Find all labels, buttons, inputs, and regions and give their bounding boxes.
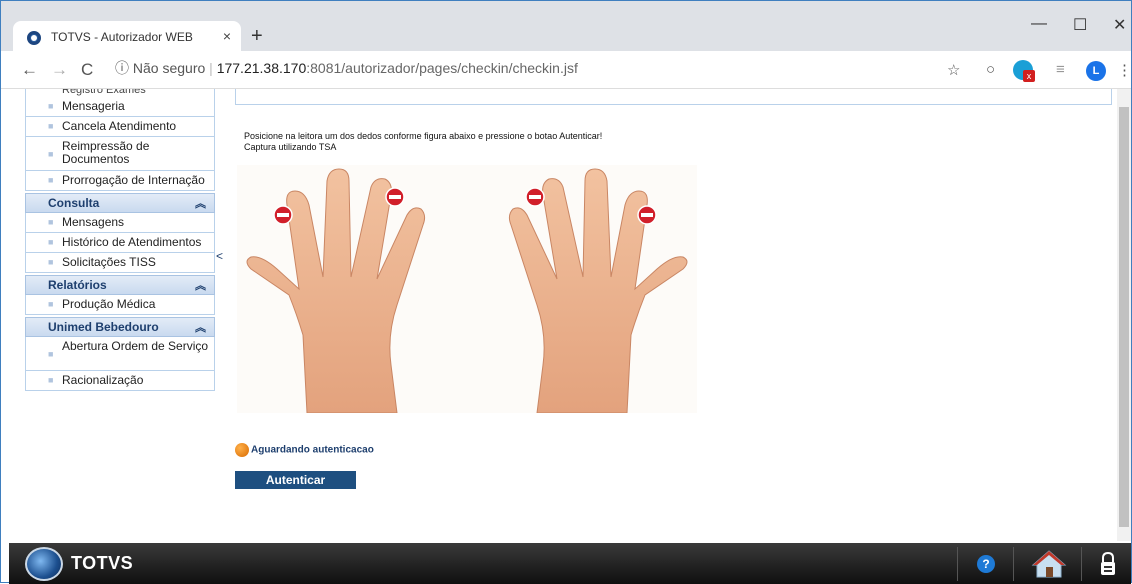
lock-icon[interactable] (1099, 551, 1117, 577)
security-indicator[interactable]: ⓘ Não seguro (115, 60, 205, 76)
reload-icon[interactable]: C (81, 60, 93, 80)
collapse-chevron-icon[interactable]: ︽ (195, 277, 206, 295)
sidebar-item-label: Solicitações TISS (62, 255, 156, 269)
sidebar-item-registro-exames[interactable]: Registro Exames (25, 89, 215, 97)
sidebar-item-mensageria[interactable]: ■ Mensageria (25, 97, 215, 117)
sidebar-item-cancela-atendimento[interactable]: ■ Cancela Atendimento (25, 117, 215, 137)
sidebar-collapse-button[interactable]: < (216, 249, 223, 263)
sidebar-item-historico[interactable]: ■ Histórico de Atendimentos (25, 233, 215, 253)
section-title: Relatórios (48, 278, 107, 292)
minimize-button[interactable]: — (1031, 15, 1047, 33)
bullet-icon: ■ (48, 375, 54, 385)
sidebar-item-label: Cancela Atendimento (62, 119, 177, 133)
bullet-icon: ■ (48, 237, 54, 247)
status-text: Aguardando autenticacao (251, 444, 374, 456)
forward-arrow-icon[interactable]: → (51, 60, 68, 80)
finger-marker-left-index (385, 187, 405, 207)
url-path: :8081/autorizador/pages/checkin/checkin.… (306, 60, 578, 76)
extension-alert-icon[interactable] (1013, 60, 1035, 82)
tab-bar: TOTVS - Autorizador WEB × + — ☐ ✕ (1, 1, 1131, 53)
footer-divider (1081, 547, 1082, 581)
sidebar-item-label: Mensageria (62, 99, 125, 113)
bullet-icon: ■ (48, 149, 54, 159)
tab-close-icon[interactable]: × (223, 28, 231, 44)
finger-marker-right-ring (637, 205, 657, 225)
autenticar-button[interactable]: Autenticar (235, 471, 356, 489)
bullet-icon: ■ (48, 217, 54, 227)
bullet-icon: ■ (48, 299, 54, 309)
home-icon[interactable] (1031, 549, 1067, 579)
footer-divider (957, 547, 958, 581)
sidebar-item-label: Racionalização (62, 373, 144, 387)
sidebar-item-label: Mensagens (62, 215, 125, 229)
totvs-logo-icon (25, 547, 63, 581)
finger-marker-right-index (525, 187, 545, 207)
collapse-chevron-icon[interactable]: ︽ (195, 195, 206, 213)
bookmark-star-icon[interactable]: ☆ (947, 61, 960, 79)
section-title: Consulta (48, 196, 100, 210)
bullet-icon: ■ (48, 121, 54, 131)
footer-brand: TOTVS (71, 553, 134, 573)
sidebar-item-label: Produção Médica (62, 297, 156, 311)
sidebar-item-label: Abertura Ordem de Serviço (62, 339, 209, 353)
new-tab-button[interactable]: + (251, 25, 263, 48)
finger-marker-left-ring (273, 205, 293, 225)
browser-toolbar: ← → C ⓘ Não seguro | 177.21.38.170:8081/… (1, 51, 1132, 89)
profile-avatar[interactable]: L (1086, 61, 1106, 81)
section-header-relatorios[interactable]: Relatórios ︽ (25, 275, 215, 295)
vertical-scrollbar[interactable] (1117, 89, 1131, 541)
totvs-footer-bar: TOTVS ? (9, 543, 1131, 584)
extension-circle-icon[interactable]: ○ (986, 61, 995, 78)
sidebar-item-reimpressao[interactable]: ■ Reimpressão de Documentos (25, 137, 215, 171)
sidebar-item-prorrogacao[interactable]: ■ Prorrogação de Internação (25, 171, 215, 191)
sidebar-item-mensagens[interactable]: ■ Mensagens (25, 213, 215, 233)
page-viewport: Registro Exames ■ Mensageria ■ Cancela Ate… (1, 89, 1131, 541)
auth-status: Aguardando autenticacao (235, 443, 374, 457)
url-host: 177.21.38.170 (216, 60, 307, 76)
section-title: Unimed Bebedouro (48, 320, 159, 334)
sidebar-item-racionalizacao[interactable]: ■ Racionalização (25, 371, 215, 391)
reading-list-icon[interactable]: ≡ (1056, 61, 1065, 78)
menu-dots-icon[interactable]: ⋮ (1117, 61, 1132, 79)
sidebar-item-label: Reimpressão de Documentos (62, 139, 150, 166)
content-panel (235, 89, 1112, 105)
sidebar-item-label: Histórico de Atendimentos (62, 235, 202, 249)
totvs-favicon-icon (27, 31, 41, 45)
section-header-unimed[interactable]: Unimed Bebedouro ︽ (25, 317, 215, 337)
close-window-button[interactable]: ✕ (1113, 15, 1126, 35)
help-icon[interactable]: ? (977, 555, 995, 573)
bullet-icon: ■ (48, 175, 54, 185)
instructions: Posicione na leitora um dos dedos confor… (244, 131, 602, 153)
footer-divider (1013, 547, 1014, 581)
collapse-chevron-icon[interactable]: ︽ (195, 319, 206, 337)
bullet-icon: ■ (48, 349, 54, 359)
sidebar-item-solicitacoes-tiss[interactable]: ■ Solicitações TISS (25, 253, 215, 273)
scrollbar-thumb[interactable] (1119, 107, 1129, 527)
section-header-consulta[interactable]: Consulta ︽ (25, 193, 215, 213)
status-dot-icon (235, 443, 249, 457)
maximize-button[interactable]: ☐ (1073, 15, 1087, 35)
bullet-icon: ■ (48, 101, 54, 111)
tab-totvs[interactable]: TOTVS - Autorizador WEB × (13, 21, 241, 53)
instruction-text: Posicione na leitora um dos dedos confor… (244, 131, 603, 141)
sidebar-item-producao-medica[interactable]: ■ Produção Médica (25, 295, 215, 315)
bullet-icon: ■ (48, 257, 54, 267)
tab-title: TOTVS - Autorizador WEB (51, 30, 193, 44)
capture-method-text: Captura utilizando TSA (244, 142, 337, 152)
sidebar-item-label: Prorrogação de Internação (62, 173, 205, 187)
hands-illustration (237, 165, 697, 413)
back-arrow-icon[interactable]: ← (21, 60, 38, 80)
sidebar-item-abertura-os[interactable]: ■ Abertura Ordem de Serviço (25, 337, 215, 371)
address-bar[interactable]: ⓘ Não seguro | 177.21.38.170:8081/autori… (115, 58, 985, 82)
sidebar-menu: Registro Exames ■ Mensageria ■ Cancela Ate… (25, 89, 215, 391)
browser-window: TOTVS - Autorizador WEB × + — ☐ ✕ ← → C … (0, 0, 1132, 584)
